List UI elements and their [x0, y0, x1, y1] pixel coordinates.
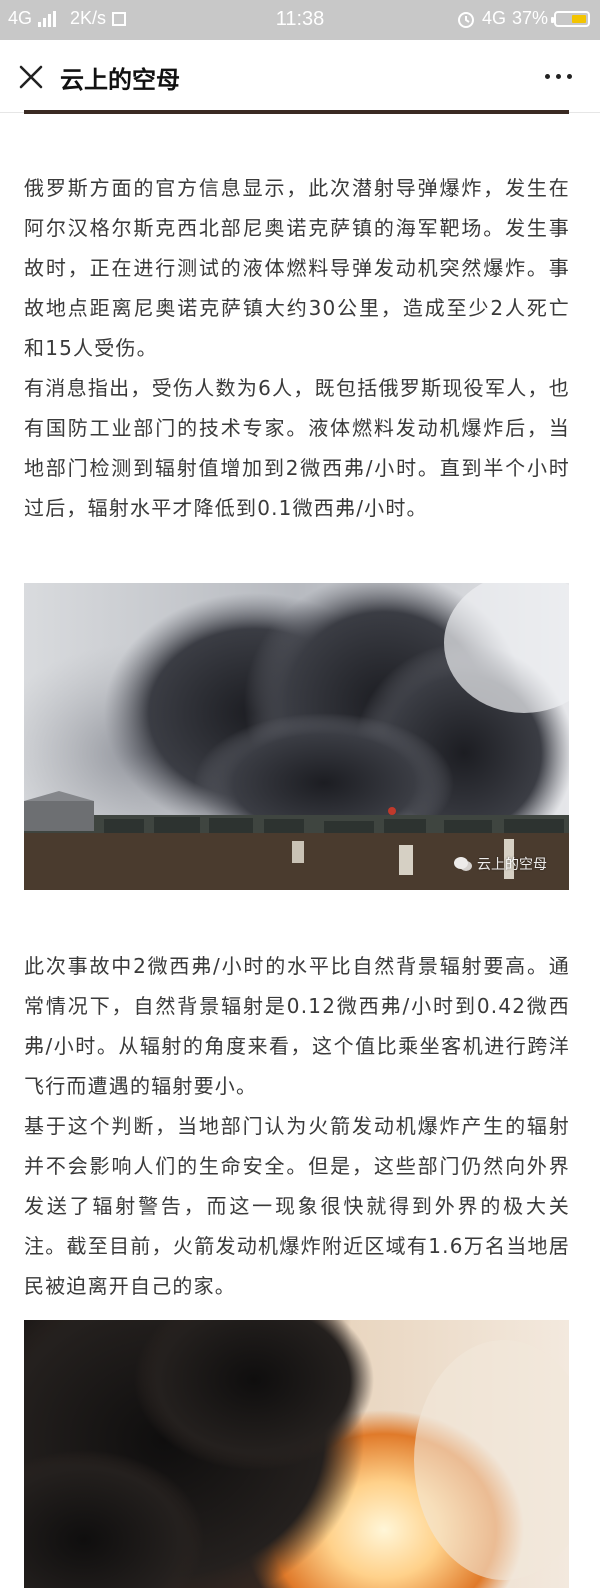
more-dots-icon[interactable] [545, 74, 572, 79]
fire-image [24, 1320, 569, 1588]
explosion-smoke-photo[interactable]: 云上的空母 [24, 583, 569, 890]
article-paragraph: 此次事故中2微西弗/小时的水平比自然背景辐射要高。通常情况下，自然背景辐射是0.… [24, 954, 570, 1098]
close-icon[interactable] [18, 64, 44, 90]
watermark-text: 云上的空母 [477, 857, 547, 873]
network-type-right: 4G [481, 8, 506, 28]
battery-percent: 37% [511, 8, 548, 28]
alarm-icon [457, 11, 474, 28]
nav-bar: 云上的空母 [0, 40, 600, 113]
status-right: 4G 37% [456, 8, 590, 29]
page-title: 云上的空母 [60, 66, 180, 94]
article-paragraph: 有消息指出，受伤人数为6人，既包括俄罗斯现役军人，也有国防工业部门的技术专家。液… [24, 376, 570, 520]
article-paragraph: 基于这个判断，当地部门认为火箭发动机爆炸产生的辐射并不会影响人们的生命安全。但是… [24, 1114, 570, 1298]
fire-smoke-photo[interactable] [24, 1320, 569, 1588]
image-watermark: 云上的空母 [453, 854, 547, 874]
previous-image-edge [24, 110, 569, 114]
wechat-icon [454, 857, 472, 871]
battery-icon [551, 10, 590, 27]
status-bar: 4G 2K/s 11:38 4G 37% [0, 0, 600, 40]
smoke-image [24, 583, 569, 890]
article-paragraph: 俄罗斯方面的官方信息显示，此次潜射导弹爆炸，发生在阿尔汉格尔斯克西北部尼奥诺克萨… [24, 176, 570, 360]
